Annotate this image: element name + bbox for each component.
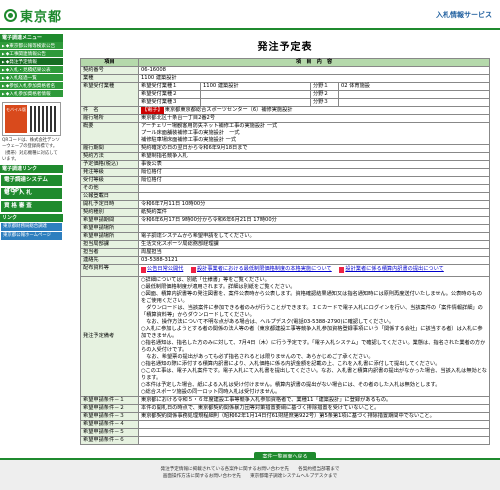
table-row: 受付等級 隔位格付 [80,176,490,185]
e-bidding-button[interactable]: 電 子 入 札 [1,188,62,200]
table-row: 希望受付業種 希望受付業種１ 1100 建築設計 分野１ 02 体育施設 [80,82,490,107]
note-line: ○指名通知の際に添付する積算内訳書により、入札価格に係る内訳金額を記載の上、これ… [141,360,441,367]
sidebar-item-work-info[interactable]: ◆工事関連情報公告 [0,50,63,58]
table-row: 希望申請条件－２ 本件の開札日の時点で、東京都契約関係暴力団等対策措置要綱に基づく… [80,403,490,413]
pdf-icon [190,266,196,273]
link-finance-bureau[interactable]: 東京都財務局総合調達 [1,223,62,232]
notes-cell: ○詳細については、別紙「仕様書」等をご覧ください。 ○最低制限価格制度が適用されま… [138,275,490,397]
table-row: 連絡先 03-5388-3121 [80,256,490,265]
qr-code-icon [30,106,56,132]
table-row: 発注予定備考 ○詳細については、別紙「仕様書」等をご覧ください。 ○最低制限価格制度… [80,275,490,397]
note-line: ○詳細については、別紙「仕様書」等をご覧ください。 [141,276,270,283]
table-row: 担当局部課 生活文化スポーツ局総務部経理課 [80,240,490,249]
page-header: 東京都 入札情報サービス [0,0,500,30]
table-row: 希望申請条件－５ [80,427,490,437]
table-row: 発注等級 隔位格付 [80,168,490,177]
table-row: 希望申請条件－３ 東京都契約関係事務処理規程細則（昭和62年1月14日付61財経庶… [80,411,490,421]
table-row: 配布資料等 公告日常公開代 設計事業者における最低制限価格制度の本格実施について… [80,264,490,277]
mobile-note: QRコードは、株式会社デンソーウェーブの登録商標です。（携帯）対応機種に対応して… [2,138,60,162]
pdf-icon [141,266,146,273]
table-row: 予定価格(税込) 事後公表 [80,160,490,169]
col-header-content: 項 目 内 容 [138,58,490,67]
note-line: ○この工事は、電子入札案件です。電子入札にて入札書を提出してください。なお、入札… [141,367,487,381]
table-row: 契約番号 06-16008 [80,66,490,75]
table-row: 希望申請期間 令和6年6月17日 9時00分から令和6年6月21日 17時00分 [80,216,490,225]
order-plan-table: 項目 項 目 内 容 契約番号 06-16008 業種 1100 建築設計 希望受付… [80,58,490,445]
table-row: 希望申請条件－４ [80,419,490,429]
note-line: なお、希望票の提出があっても必ず指名されるとは限りませんので、あらかじめご了承く… [141,353,374,360]
note-line: ○指名通知は、指名した方のみに対して、7月4日（木）に行う予定です。「電子入札シ… [141,339,486,353]
tokyo-emblem-icon [4,8,17,22]
page-footer: 発注予定情報に掲載されている各案件に関するお問い合わせ先 各契約担当部署まで 画… [0,458,500,490]
link-gazette[interactable]: 東京都公報ホームページ [1,232,62,241]
note-line: ○最低制限価格制度が適用されます。詳細は別紙をご覧ください。 [141,283,296,290]
service-title: 入札情報サービス [436,11,492,19]
footer-line-1: 発注予定情報に掲載されている各案件に関するお問い合わせ先 各契約担当部署まで [160,467,340,472]
sidebar-item-bid-progress[interactable]: ◆入札経過一覧 [0,74,63,82]
sidebar-item-qualified-list[interactable]: ◆参加入札参加資格者名 [0,82,63,90]
attachment-link-3[interactable]: 設計業者に係る積算内訳書の提出について [339,266,444,273]
table-row: 希望受付業種２ 分野２ [81,90,490,99]
mobile-banner[interactable]: モバイル版 [2,102,61,136]
org-name: 東京都 [20,9,63,25]
procurement-system-button[interactable]: 電子調達システム(TOP) [1,175,62,194]
table-row: 公報登載日 [80,192,490,201]
sidebar-section-heading-2: 電子調達リンク [0,165,63,174]
table-row: 希望申請場所 電子調達システムから希望申請をしてください。 [80,232,490,241]
note-line: ○総合スポーツ施設の同一ロット同時入札は受付けません。 [141,388,281,395]
table-row: 希望申請場所 [80,224,490,233]
table-row: 希望受付業種３ 分野３ [81,98,490,107]
table-row: 担当者 周屋担当 [80,248,490,257]
sidebar-section-heading: 電子調達メニュー [0,34,63,42]
table-row: 希望申請条件－６ [80,435,490,445]
sidebar-item-bid-results[interactable]: ◆入札・見積結果公表 [0,66,63,74]
table-row: 契約種別 紙契約案件 [80,208,490,217]
footer-line-2: 画面操作方法に関するお問い合わせ先 東京都電子調達システムヘルプデスクまで [162,474,338,479]
main-content: 発注予定表 項目 項 目 内 容 契約番号 06-16008 業種 1100 建築設… [80,32,490,462]
mobile-logo: モバイル版 [5,105,27,133]
table-row: 履行期間 契約確定の日の翌日から令和6年9月18日まで [80,144,490,153]
col-header-item: 項目 [80,58,139,67]
note-line: ○入札に参加しようとする者の関係の法人等の者（東京都建設工事等競争入札参加資格登… [141,325,483,339]
table-row: 開札予定日時 令和6年7月11日 10時00分 [80,200,490,209]
page-title: 発注予定表 [257,42,313,53]
sidebar-section-heading-3: リンク [0,214,63,223]
sidebar-item-qualified-info[interactable]: ◆入札参加資格者情報 [0,90,63,98]
table-row: 概要 アーチェリー場観客用防失ネット補修工事の実施設計 一式 プール床面舗装補修工事… [80,122,490,145]
attachment-link-2[interactable]: 設計事業者における最低制限価格制度の本格実施について [190,266,332,273]
table-row: 契約方法 希望制指名競争入札 [80,152,490,161]
pdf-icon [339,266,345,273]
electronic-tag: 【電子】 [141,107,164,114]
table-row: 業種 1100 建築設計 [80,74,490,83]
sidebar-item-order-plan[interactable]: ◆発注予定情報 [0,58,63,66]
note-line: なお、操作方法について不明な点がある場合は、ヘルプデスク(電話03-5388-2… [141,318,395,325]
table-row: 希望申請条件－１ 東京都における令和５・６年度建設工事等競争入札参加資格者で、業種… [80,395,490,405]
note-line: ダウンロードは、当該案件に参加できる者のみが行うことができます。ＩＣカードで電子… [141,304,483,318]
sidebar-item-public-notice[interactable]: ◆東京都公報等検索公告 [0,42,63,50]
qualification-button[interactable]: 資 格 審 査 [1,201,62,213]
tokyo-logo[interactable]: 東京都 [4,7,63,25]
table-row: 履行場所 東京都北区十条台一丁目2番2号 [80,114,490,123]
note-line: ○本件は予定した場合、紙による入札は受け付けません。積算内訳書の提出がない場合に… [141,381,441,388]
note-line: ○図面、積算内訳書等の発注図書を、案件公表時から公表します。資格確認結果通知又は… [141,290,483,304]
table-row: その他 [80,184,490,193]
sidebar: 電子調達メニュー ◆東京都公報等検索公告 ◆工事関連情報公告 ◆発注予定情報 ◆… [0,32,63,490]
attachment-link-1[interactable]: 公告日常公開代 [141,266,183,273]
table-row: 件 名【電子】 東京都東京都総合スポーツセンター（6）補修実施設計 [80,106,490,115]
